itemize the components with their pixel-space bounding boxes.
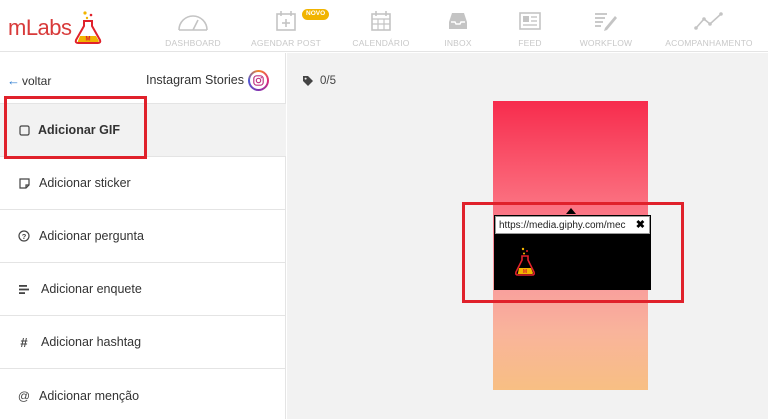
- counter-value: 0/5: [320, 75, 336, 87]
- instagram-icon: [248, 70, 269, 91]
- nav-feed[interactable]: FEED: [512, 0, 548, 52]
- nav-label: AGENDAR POST: [251, 38, 321, 48]
- question-icon: ?: [17, 229, 31, 243]
- arrow-left-icon: ←: [7, 73, 20, 88]
- nav-label: CALENDÁRIO: [352, 38, 410, 48]
- new-badge: NOVO: [302, 9, 330, 20]
- svg-text:M: M: [85, 37, 90, 43]
- nav-workflow[interactable]: WORKFLOW: [576, 0, 636, 52]
- sidebar-item-adicionar-enquete[interactable]: Adicionar enquete: [0, 263, 286, 316]
- svg-text:?: ?: [22, 232, 27, 241]
- nav-label: INBOX: [444, 38, 472, 48]
- sidebar-item-label: Adicionar GIF: [38, 123, 120, 137]
- workflow-icon: [589, 10, 623, 34]
- hashtag-icon: #: [20, 334, 28, 350]
- gif-url-text: https://media.giphy.com/mec: [499, 219, 626, 231]
- flask-logo-icon: M: [74, 11, 101, 44]
- gif-sticker[interactable]: https://media.giphy.com/mec ✖ M: [494, 215, 651, 290]
- sticker-icon: [17, 176, 31, 190]
- square-icon: [17, 123, 31, 137]
- nav-label: ACOMPANHAMENTO: [665, 38, 753, 48]
- nav-inbox[interactable]: INBOX: [438, 0, 478, 52]
- nav-acompanhamento[interactable]: ACOMPANHAMENTO: [660, 0, 758, 52]
- sidebar-item-label: Adicionar hashtag: [41, 335, 142, 349]
- nav-label: FEED: [518, 38, 542, 48]
- sidebar-item-label: Adicionar enquete: [41, 282, 142, 296]
- sidebar-item-adicionar-gif[interactable]: Adicionar GIF: [0, 104, 286, 157]
- sidebar: ← voltar Instagram Stories Adicionar GIF…: [0, 53, 286, 419]
- sidebar-item-label: Adicionar sticker: [39, 176, 131, 190]
- tag-icon: [303, 76, 313, 86]
- flask-gif-icon: M: [514, 247, 536, 276]
- calendar-plus-icon: [269, 10, 303, 34]
- gif-popover-caret: [566, 208, 576, 214]
- sidebar-item-adicionar-pergunta[interactable]: ? Adicionar pergunta: [0, 210, 286, 263]
- top-navigation-bar: mLabs M DASHBOARD NOVO AGENDAR POST CALE…: [0, 0, 768, 52]
- mention-icon: @: [17, 388, 31, 403]
- nav-agendar-post[interactable]: NOVO AGENDAR POST: [246, 0, 330, 52]
- gif-url-field[interactable]: https://media.giphy.com/mec ✖: [495, 216, 650, 234]
- svg-text:M: M: [523, 269, 527, 275]
- sidebar-item-adicionar-hashtag[interactable]: # Adicionar hashtag: [0, 316, 286, 369]
- story-editor-canvas: 0/5 https://media.giphy.com/mec ✖ M: [287, 53, 768, 419]
- gauge-icon: [176, 10, 210, 34]
- sidebar-item-adicionar-mencao[interactable]: @ Adicionar menção: [0, 369, 286, 419]
- sticker-counter: 0/5: [302, 75, 336, 87]
- nav-label: WORKFLOW: [579, 38, 633, 48]
- poll-icon: [17, 282, 31, 296]
- logo-text: mLabs: [8, 15, 72, 40]
- back-link[interactable]: ← voltar: [7, 73, 51, 88]
- close-icon[interactable]: ✖: [636, 218, 645, 231]
- nav-dashboard[interactable]: DASHBOARD: [162, 0, 224, 52]
- nav-calendario[interactable]: CALENDÁRIO: [350, 0, 412, 52]
- sidebar-item-adicionar-sticker[interactable]: Adicionar sticker: [0, 157, 286, 210]
- feed-icon: [513, 10, 547, 34]
- inbox-icon: [441, 10, 475, 34]
- calendar-icon: [364, 10, 398, 34]
- trend-icon: [692, 10, 726, 34]
- sidebar-item-label: Adicionar pergunta: [39, 229, 144, 243]
- back-label: voltar: [22, 73, 52, 88]
- sidebar-item-label: Adicionar menção: [39, 388, 140, 403]
- sidebar-header: ← voltar Instagram Stories: [0, 53, 286, 104]
- nav-label: DASHBOARD: [165, 38, 221, 48]
- mlabs-logo[interactable]: mLabs M: [8, 8, 103, 44]
- sidebar-title: Instagram Stories: [146, 73, 244, 87]
